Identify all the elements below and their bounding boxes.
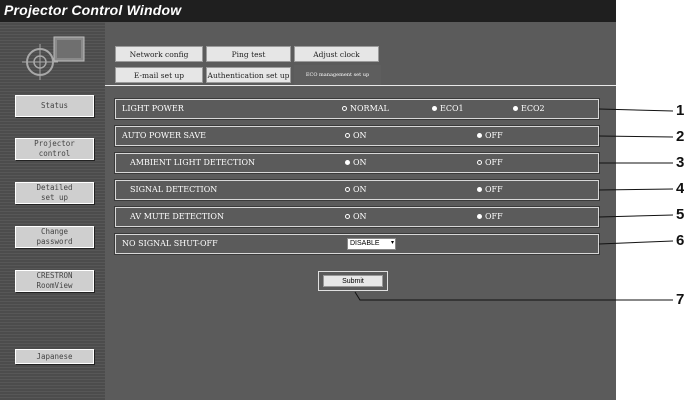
sidebar-item-crestron-roomview[interactable]: CRESTRON RoomView (15, 270, 94, 292)
no-signal-shut-off-row: NO SIGNAL SHUT-OFF DISABLE ▾ (115, 234, 599, 254)
sidebar: Status Projector control Detailed set up… (0, 22, 105, 400)
ambient-light-detection-row: AMBIENT LIGHT DETECTION ON OFF (115, 153, 599, 173)
sidebar-item-japanese[interactable]: Japanese (15, 349, 94, 364)
ambient-light-detection-label: AMBIENT LIGHT DETECTION (130, 158, 256, 167)
signal-detection-off-radio[interactable]: OFF (477, 185, 503, 194)
projector-control-window: Projector Control Window Status Projecto… (0, 0, 616, 400)
radio-selected-icon (432, 106, 437, 111)
ambient-light-detection-off-radio[interactable]: OFF (477, 158, 503, 167)
auto-power-save-row: AUTO POWER SAVE ON OFF (115, 126, 599, 146)
tab-adjust-clock[interactable]: Adjust clock (294, 46, 379, 62)
no-signal-shut-off-label: NO SIGNAL SHUT-OFF (122, 239, 218, 248)
av-mute-detection-row: AV MUTE DETECTION ON OFF (115, 207, 599, 227)
window-title: Projector Control Window (4, 2, 182, 18)
light-power-eco1-radio[interactable]: ECO1 (432, 104, 464, 113)
av-mute-detection-on-radio[interactable]: ON (345, 212, 367, 221)
light-power-normal-radio[interactable]: NORMAL (342, 104, 389, 113)
signal-detection-row: SIGNAL DETECTION ON OFF (115, 180, 599, 200)
tab-divider (105, 85, 616, 86)
no-signal-shut-off-select[interactable]: DISABLE ▾ (347, 238, 396, 250)
radio-unselected-icon (477, 160, 482, 165)
sidebar-item-change-password[interactable]: Change password (15, 226, 94, 248)
projector-logo-icon (22, 36, 85, 80)
main-panel: Network config Ping test Adjust clock E-… (105, 22, 616, 400)
callout-number: 7 (676, 291, 684, 308)
radio-unselected-icon (345, 187, 350, 192)
callout-number: 5 (676, 206, 684, 223)
signal-detection-on-radio[interactable]: ON (345, 185, 367, 194)
callout-number: 6 (676, 232, 684, 249)
sidebar-item-status[interactable]: Status (15, 95, 94, 117)
auto-power-save-on-radio[interactable]: ON (345, 131, 367, 140)
radio-selected-icon (477, 187, 482, 192)
callout-number: 4 (676, 180, 684, 197)
tab-ping-test[interactable]: Ping test (206, 46, 291, 62)
radio-selected-icon (477, 133, 482, 138)
light-power-eco2-radio[interactable]: ECO2 (513, 104, 545, 113)
sidebar-item-projector-control[interactable]: Projector control (15, 138, 94, 160)
tab-email-setup[interactable]: E-mail set up (115, 67, 203, 83)
radio-unselected-icon (345, 214, 350, 219)
signal-detection-label: SIGNAL DETECTION (130, 185, 218, 194)
auto-power-save-off-radio[interactable]: OFF (477, 131, 503, 140)
tab-eco-management-setup[interactable]: ECO management set up (294, 65, 381, 85)
title-bar: Projector Control Window (0, 0, 616, 22)
radio-selected-icon (513, 106, 518, 111)
callout-number: 1 (676, 102, 684, 119)
tab-network-config[interactable]: Network config (115, 46, 203, 62)
no-signal-shut-off-value: DISABLE (350, 240, 380, 247)
callout-number: 3 (676, 154, 684, 171)
ambient-light-detection-on-radio[interactable]: ON (345, 158, 367, 167)
av-mute-detection-label: AV MUTE DETECTION (130, 212, 224, 221)
tab-authentication-setup[interactable]: Authentication set up (206, 67, 291, 83)
radio-unselected-icon (345, 133, 350, 138)
submit-button-label: Submit (323, 275, 383, 287)
chevron-down-icon: ▾ (390, 240, 394, 246)
auto-power-save-label: AUTO POWER SAVE (122, 131, 207, 140)
radio-unselected-icon (342, 106, 347, 111)
sidebar-item-detailed-setup[interactable]: Detailed set up (15, 182, 94, 204)
light-power-row: LIGHT POWER NORMAL ECO1 ECO2 (115, 99, 599, 119)
radio-selected-icon (345, 160, 350, 165)
radio-selected-icon (477, 214, 482, 219)
av-mute-detection-off-radio[interactable]: OFF (477, 212, 503, 221)
submit-button[interactable]: Submit (318, 271, 388, 291)
callout-number: 2 (676, 128, 684, 145)
light-power-label: LIGHT POWER (122, 104, 184, 113)
